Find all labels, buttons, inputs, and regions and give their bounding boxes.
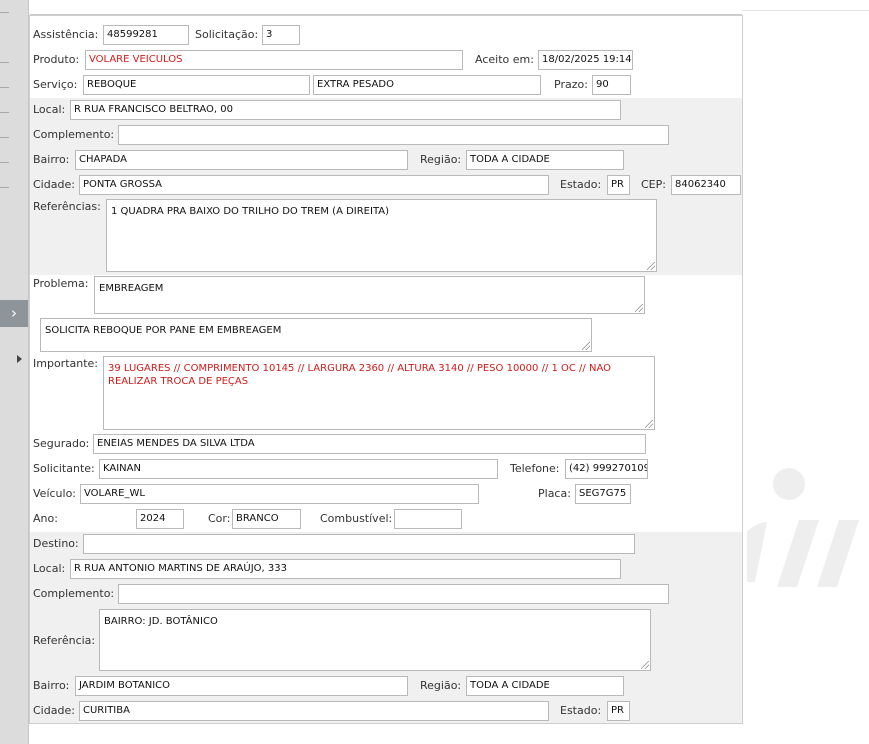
resize-grip-icon[interactable] <box>645 420 653 428</box>
bairro-field[interactable]: CHAPADA <box>75 150 408 170</box>
resize-grip-icon[interactable] <box>641 661 649 669</box>
complemento-field[interactable] <box>118 125 669 145</box>
aceito-em-field[interactable]: 18/02/2025 19:14 <box>538 50 633 70</box>
destino-referencia-label: Referência: <box>33 634 96 647</box>
importante-label: Importante: <box>33 357 99 370</box>
rail-tick <box>0 162 9 163</box>
segurado-field[interactable]: ENEIAS MENDES DA SILVA LTDA <box>93 434 646 454</box>
destino-local-label: Local: <box>33 562 66 575</box>
combustivel-field[interactable] <box>394 509 462 529</box>
cidade-field[interactable]: PONTA GROSSA <box>79 175 549 195</box>
destino-regiao-label: Região: <box>420 679 462 692</box>
referencias-textarea[interactable]: 1 QUADRA PRA BAIXO DO TRILHO DO TREM (A … <box>106 199 657 272</box>
produto-label: Produto: <box>33 53 80 66</box>
descricao-text: SOLICITA REBOQUE POR PANE EM EMBREAGEM <box>45 325 282 336</box>
servico-label: Serviço: <box>33 78 78 91</box>
telefone-label: Telefone: <box>510 462 560 475</box>
resize-grip-icon[interactable] <box>635 304 643 312</box>
assistencia-field[interactable]: 48599281 <box>103 25 189 45</box>
bairro-label: Bairro: <box>33 153 70 166</box>
solicitacao-field[interactable]: 3 <box>262 25 300 45</box>
rail-tick <box>0 112 9 113</box>
chevron-right-icon: › <box>11 304 17 322</box>
destino-estado-field[interactable]: PR <box>607 701 630 721</box>
cep-field[interactable]: 84062340 <box>671 175 741 195</box>
destino-referencia-textarea[interactable]: BAIRRO: JD. BOTÂNICO <box>99 609 651 671</box>
importante-textarea[interactable]: 39 LUGARES // COMPRIMENTO 10145 // LARGU… <box>103 356 655 430</box>
expand-panel-button[interactable]: › <box>0 300 28 327</box>
combustivel-label: Combustível: <box>320 512 393 525</box>
cor-field[interactable]: BRANCO <box>232 509 301 529</box>
telefone-field[interactable]: (42) 99927010956 <box>565 459 648 479</box>
divider <box>742 10 869 11</box>
regiao-field[interactable]: TODA A CIDADE <box>466 150 624 170</box>
ano-label: Ano: <box>33 512 58 525</box>
veiculo-field[interactable]: VOLARE_WL <box>80 484 479 504</box>
local-label: Local: <box>33 103 66 116</box>
prazo-label: Prazo: <box>554 78 588 91</box>
prazo-field[interactable]: 90 <box>592 75 631 95</box>
aceito-em-label: Aceito em: <box>475 53 534 66</box>
placa-field[interactable]: SEG7G75 <box>575 484 631 504</box>
problema-textarea[interactable]: EMBREAGEM <box>94 276 645 314</box>
destino-label: Destino: <box>33 537 79 550</box>
destino-bairro-label: Bairro: <box>33 679 70 692</box>
rail-tick <box>0 62 9 63</box>
local-field[interactable]: R RUA FRANCISCO BELTRAO, 00 <box>70 100 621 120</box>
descricao-textarea[interactable]: SOLICITA REBOQUE POR PANE EM EMBREAGEM <box>40 318 592 352</box>
destino-referencia-text: BAIRRO: JD. BOTÂNICO <box>104 616 218 627</box>
top-strip <box>30 0 742 15</box>
referencias-label: Referências: <box>33 200 101 213</box>
service-order-form: Assistência: 48599281 Solicitação: 3 Pro… <box>29 15 743 724</box>
rail-tick <box>0 187 9 188</box>
left-rail: › <box>0 0 29 744</box>
resize-grip-icon[interactable] <box>582 342 590 350</box>
resize-grip-icon[interactable] <box>647 262 655 270</box>
triangle-right-icon <box>17 355 22 363</box>
veiculo-label: Veículo: <box>33 487 77 500</box>
destino-local-field[interactable]: R RUA ANTONIO MARTINS DE ARAÚJO, 333 <box>70 559 621 579</box>
rail-tick <box>0 12 9 13</box>
problema-text: EMBREAGEM <box>99 283 164 294</box>
watermark-logo <box>747 468 859 587</box>
destino-field[interactable] <box>83 534 635 554</box>
destino-estado-label: Estado: <box>560 704 602 717</box>
rail-tick <box>0 137 9 138</box>
complemento-label: Complemento: <box>33 128 115 141</box>
solicitante-field[interactable]: KAINAN <box>99 459 498 479</box>
regiao-label: Região: <box>420 153 462 166</box>
solicitacao-label: Solicitação: <box>195 28 259 41</box>
estado-field[interactable]: PR <box>607 175 630 195</box>
cidade-label: Cidade: <box>33 178 75 191</box>
destino-complemento-label: Complemento: <box>33 587 115 600</box>
problema-label: Problema: <box>33 277 89 290</box>
cor-label: Cor: <box>208 512 231 525</box>
importante-text: 39 LUGARES // COMPRIMENTO 10145 // LARGU… <box>108 363 611 387</box>
cep-label: CEP: <box>641 178 666 191</box>
servico-field[interactable]: REBOQUE <box>83 75 310 95</box>
estado-label: Estado: <box>560 178 602 191</box>
segurado-label: Segurado: <box>33 437 90 450</box>
assistencia-label: Assistência: <box>33 28 99 41</box>
placa-label: Placa: <box>538 487 571 500</box>
destino-cidade-field[interactable]: CURITIBA <box>79 701 549 721</box>
referencias-text: 1 QUADRA PRA BAIXO DO TRILHO DO TREM (A … <box>111 206 390 217</box>
produto-field[interactable]: VOLARE VEICULOS <box>85 50 463 70</box>
destino-cidade-label: Cidade: <box>33 704 75 717</box>
rail-tick <box>0 87 9 88</box>
servico-tipo-field[interactable]: EXTRA PESADO <box>313 75 541 95</box>
solicitante-label: Solicitante: <box>33 462 95 475</box>
destino-regiao-field[interactable]: TODA A CIDADE <box>466 676 624 696</box>
destino-bairro-field[interactable]: JARDIM BOTANICO <box>75 676 408 696</box>
ano-field[interactable]: 2024 <box>136 509 184 529</box>
destino-complemento-field[interactable] <box>118 584 669 604</box>
